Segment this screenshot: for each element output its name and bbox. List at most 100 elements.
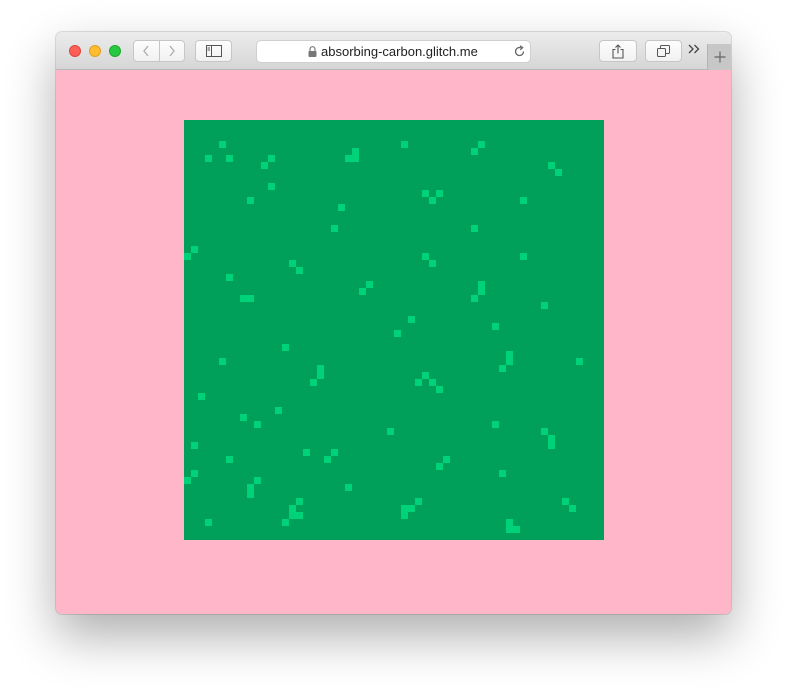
new-tab-button[interactable] [707,44,731,70]
browser-toolbar: absorbing-carbon.glitch.me [56,32,731,70]
minimize-window-button[interactable] [89,45,101,57]
live-cell [184,477,191,484]
live-cell [254,421,261,428]
live-cell [492,421,499,428]
live-cell [415,498,422,505]
live-cell [191,246,198,253]
sidebar-button[interactable] [195,40,232,62]
live-cell [296,498,303,505]
live-cell [394,330,401,337]
live-cell [436,463,443,470]
live-cell [198,393,205,400]
live-cell [240,295,247,302]
live-cell [310,379,317,386]
live-cell [289,260,296,267]
live-cell [471,295,478,302]
live-cell [541,428,548,435]
more-toolbar-items-button[interactable] [687,42,701,60]
plus-icon [714,51,726,63]
live-cell [303,449,310,456]
forward-button[interactable] [158,41,185,61]
live-cell [184,253,191,260]
share-icon [612,43,624,59]
live-cell [226,155,233,162]
live-cell [471,225,478,232]
url-text: absorbing-carbon.glitch.me [321,44,478,59]
live-cell [422,253,429,260]
live-cell [429,260,436,267]
share-button[interactable] [599,40,637,62]
chevron-left-icon [143,45,149,57]
live-cell [506,351,513,358]
live-cell [205,155,212,162]
live-cell [268,155,275,162]
live-cell [436,386,443,393]
live-cell [254,477,261,484]
browser-window: absorbing-carbon.glitch.me [56,32,731,614]
address-bar[interactable]: absorbing-carbon.glitch.me [256,40,531,63]
live-cell [541,302,548,309]
live-cell [331,449,338,456]
live-cell [506,526,513,533]
live-cell [548,442,555,449]
tabs-icon [657,45,670,57]
live-cell [408,316,415,323]
sidebar-icon [205,45,222,57]
live-cell [352,155,359,162]
live-cell [296,267,303,274]
live-cell [429,197,436,204]
maximize-window-button[interactable] [109,45,121,57]
live-cell [296,512,303,519]
live-cell [247,197,254,204]
live-cell [226,456,233,463]
reload-icon[interactable] [513,45,526,58]
tab-overview-button[interactable] [645,40,682,62]
live-cell [499,365,506,372]
double-chevron-icon [688,44,700,54]
live-cell [289,512,296,519]
live-cell [359,288,366,295]
live-cell [205,519,212,526]
live-cell [429,379,436,386]
live-cell [240,414,247,421]
live-cell [415,379,422,386]
live-cell [506,519,513,526]
live-cell [401,141,408,148]
live-cell [443,456,450,463]
live-cell [331,225,338,232]
live-cell [352,148,359,155]
live-cell [247,491,254,498]
live-cell [422,372,429,379]
live-cell [191,470,198,477]
live-cell [282,519,289,526]
live-cell [261,162,268,169]
live-cell [289,505,296,512]
chevron-right-icon [169,45,175,57]
live-cell [317,372,324,379]
live-cell [226,274,233,281]
live-cell [345,484,352,491]
live-cell [506,358,513,365]
live-cell [219,358,226,365]
close-window-button[interactable] [69,45,81,57]
live-cell [548,162,555,169]
live-cell [478,141,485,148]
back-button[interactable] [134,41,159,61]
live-cell [338,204,345,211]
live-cell [387,428,394,435]
live-cell [247,295,254,302]
live-cell [219,141,226,148]
live-cell [282,344,289,351]
live-cell [191,442,198,449]
live-cell [478,288,485,295]
live-cell [548,435,555,442]
live-cell [520,253,527,260]
live-cell [317,365,324,372]
live-cell [436,190,443,197]
live-cell [247,484,254,491]
live-cell [562,498,569,505]
live-cell [492,323,499,330]
live-cell [401,505,408,512]
cell-grid-canvas[interactable] [184,120,604,540]
live-cell [520,197,527,204]
